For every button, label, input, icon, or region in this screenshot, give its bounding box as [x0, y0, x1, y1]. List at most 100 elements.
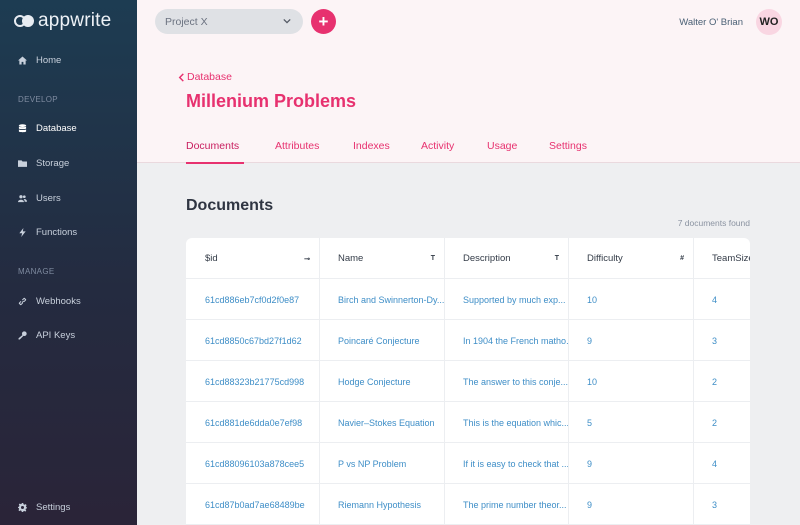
- column-header[interactable]: $id ⊸: [186, 238, 319, 279]
- back-link-label: Database: [187, 71, 232, 83]
- sidebar-item-settings[interactable]: Settings: [0, 494, 137, 520]
- table-cell: This is the equation whic...: [463, 417, 568, 428]
- section-label-manage: MANAGE: [18, 267, 55, 276]
- table-cell[interactable]: 61cd88323b21775cd998: [186, 361, 319, 402]
- documents-title: Documents: [186, 197, 274, 214]
- home-icon: [18, 55, 27, 65]
- column-header[interactable]: Name T: [319, 238, 444, 279]
- table-row[interactable]: 61cd88096103a878cee5 P vs NP Problem If it…: [186, 443, 750, 484]
- table-cell: The prime number theor...: [463, 499, 567, 510]
- sidebar-item-home[interactable]: Home: [0, 47, 137, 73]
- add-project-button[interactable]: +: [311, 9, 336, 34]
- table-cell: Navier–Stokes Equation: [338, 417, 435, 428]
- table-cell[interactable]: 61cd886eb7cf0d2f0e87: [186, 279, 319, 320]
- table-cell: Supported by much exp...: [463, 294, 566, 305]
- sidebar-item-label: Database: [36, 122, 77, 134]
- table-cell: 2: [712, 417, 718, 428]
- table-cell: 10: [587, 294, 598, 305]
- table-cell: 3: [712, 335, 718, 346]
- folder-icon: [18, 159, 27, 168]
- sidebar-item-database[interactable]: Database: [0, 115, 137, 141]
- column-divider: [319, 238, 320, 525]
- column-header-label: Difficulty: [587, 253, 623, 264]
- table-cell: The answer to this conje...: [463, 376, 568, 387]
- sidebar-item-api-keys[interactable]: API Keys: [0, 322, 137, 348]
- sidebar-item-label: Webhooks: [36, 295, 81, 307]
- table-row[interactable]: 61cd886eb7cf0d2f0e87 Birch and Swinnerton…: [186, 279, 750, 320]
- lightning-icon: [18, 227, 27, 237]
- tab-indexes[interactable]: Indexes: [353, 140, 390, 152]
- table-cell[interactable]: 61cd8850c67bd27f1d62: [186, 320, 319, 361]
- column-header-label: $id: [205, 253, 218, 264]
- tab-settings[interactable]: Settings: [549, 140, 587, 152]
- tab-activity[interactable]: Activity: [421, 140, 454, 152]
- column-header-label: Description: [463, 253, 511, 264]
- documents-count: 7 documents found: [677, 218, 750, 228]
- key-icon: [18, 330, 27, 340]
- table-cell: Poincaré Conjecture: [338, 335, 420, 346]
- tab-usage[interactable]: Usage: [487, 140, 517, 152]
- table-cell: 9: [587, 458, 593, 469]
- table-cell: P vs NP Problem: [338, 458, 407, 469]
- table-cell[interactable]: 61cd88096103a878cee5: [186, 443, 319, 484]
- table-cell: Birch and Swinnerton-Dy...: [338, 294, 444, 305]
- column-header[interactable]: TeamSize: [693, 238, 750, 279]
- table-row[interactable]: 61cd881de6dda0e7ef98 Navier–Stokes Equati…: [186, 402, 750, 443]
- table-cell: 3: [712, 499, 718, 510]
- tab-attributes[interactable]: Attributes: [275, 140, 319, 152]
- text-type-icon: T: [554, 255, 559, 262]
- database-icon: [18, 123, 27, 133]
- active-tab-indicator: [186, 162, 244, 164]
- sidebar-item-label: Storage: [36, 157, 70, 169]
- table-cell: Riemann Hypothesis: [338, 499, 422, 510]
- table-cell: 10: [587, 376, 598, 387]
- column-divider: [568, 238, 569, 525]
- sidebar-item-storage[interactable]: Storage: [0, 150, 137, 176]
- sidebar-item-label: Functions: [36, 226, 78, 238]
- column-header-label: Name: [338, 253, 364, 264]
- key-icon: ⊸: [304, 255, 310, 263]
- documents-table: $id ⊸ Name T Description T Difficulty # TeamSize…: [186, 238, 750, 525]
- column-header[interactable]: Difficulty #: [568, 238, 693, 279]
- project-select[interactable]: Project X: [155, 9, 303, 34]
- text-type-icon: T: [430, 255, 435, 262]
- table-row[interactable]: 61cd88323b21775cd998 Hodge Conjecture The …: [186, 361, 750, 402]
- link-icon: [18, 297, 27, 306]
- sidebar-item-users[interactable]: Users: [0, 185, 137, 211]
- users-icon: [18, 194, 27, 203]
- table-cell: In 1904 the French matho...: [463, 335, 568, 346]
- sidebar-item-label: API Keys: [36, 329, 76, 341]
- table-row[interactable]: 61cd87b0ad7ae68489be Riemann Hypothesis Th…: [186, 484, 750, 525]
- collection-header: Database Millenium Problems Documents At…: [137, 44, 800, 164]
- sidebar: appwrite Home DEVELOP Database Storage U…: [0, 0, 137, 525]
- sidebar-item-webhooks[interactable]: Webhooks: [0, 288, 137, 314]
- column-header[interactable]: Description T: [444, 238, 568, 279]
- appwrite-logo[interactable]: appwrite: [14, 10, 112, 31]
- appwrite-logo-icon: [14, 15, 34, 27]
- table-cell: Hodge Conjecture: [338, 376, 411, 387]
- table-cell: 4: [712, 294, 718, 305]
- user-name[interactable]: Walter O' Brian: [679, 17, 743, 28]
- sidebar-item-functions[interactable]: Functions: [0, 219, 137, 245]
- table-header-row: $id ⊸ Name T Description T Difficulty # TeamSize: [186, 238, 750, 279]
- back-to-database-link[interactable]: Database: [178, 71, 232, 83]
- table-row[interactable]: 61cd8850c67bd27f1d62 Poincaré Conjecture I…: [186, 320, 750, 361]
- sidebar-item-label: Settings: [36, 501, 71, 513]
- section-label-develop: DEVELOP: [18, 95, 58, 104]
- top-bar: Project X + Walter O' Brian WO: [137, 0, 800, 44]
- column-divider: [444, 238, 445, 525]
- table-cell: 4: [712, 458, 718, 469]
- tab-documents[interactable]: Documents: [186, 140, 239, 152]
- avatar[interactable]: WO: [756, 9, 782, 35]
- project-select-value: Project X: [165, 15, 208, 28]
- chevron-left-icon: [178, 72, 184, 82]
- logo-text: appwrite: [38, 10, 112, 31]
- table-cell[interactable]: 61cd87b0ad7ae68489be: [186, 484, 319, 525]
- table-cell: 9: [587, 499, 593, 510]
- table-cell: 9: [587, 335, 593, 346]
- sidebar-item-label: Users: [36, 192, 61, 204]
- table-cell: If it is easy to check that ...: [463, 458, 568, 469]
- table-cell[interactable]: 61cd881de6dda0e7ef98: [186, 402, 319, 443]
- table-cell: 5: [587, 417, 593, 428]
- column-header-label: TeamSize: [712, 253, 750, 264]
